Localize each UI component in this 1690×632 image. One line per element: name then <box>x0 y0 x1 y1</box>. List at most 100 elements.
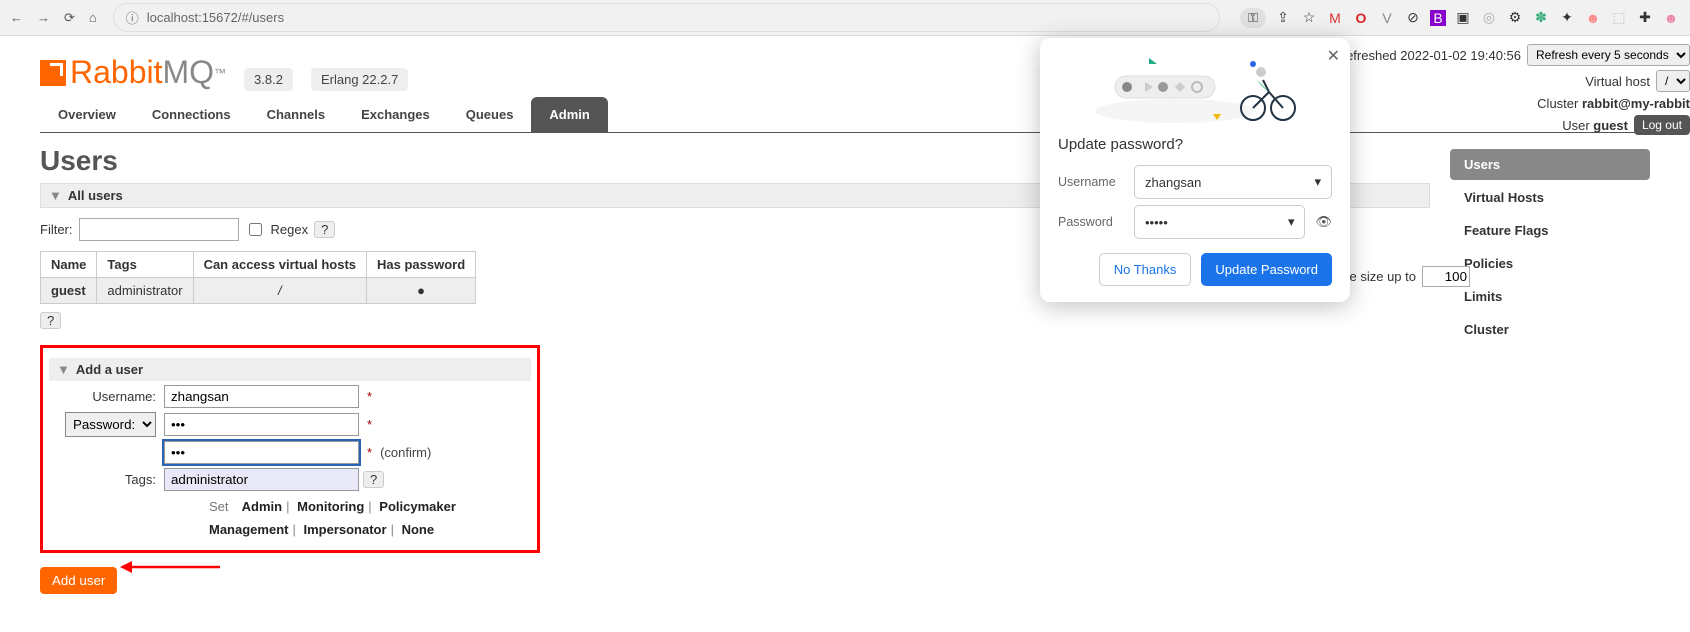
popup-title: Update password? <box>1058 136 1332 153</box>
sidebar-item-policies[interactable]: Policies <box>1450 248 1650 279</box>
logout-button[interactable]: Log out <box>1634 115 1690 135</box>
share-icon[interactable]: ⇪ <box>1274 9 1292 27</box>
ext-atom-icon[interactable]: ✽ <box>1532 9 1550 27</box>
tab-queues[interactable]: Queues <box>448 97 532 132</box>
chevron-down-icon: ▾ <box>1314 174 1321 190</box>
sidebar-item-users[interactable]: Users <box>1450 149 1650 180</box>
regex-label: Regex <box>271 222 309 237</box>
ext-misc2-icon[interactable]: ☻ <box>1584 9 1602 27</box>
cell-haspw: ● <box>367 278 476 304</box>
erlang-badge: Erlang 22.2.7 <box>311 68 408 91</box>
home-icon[interactable]: ⌂ <box>89 10 97 25</box>
sidebar-item-feature-flags[interactable]: Feature Flags <box>1450 215 1650 246</box>
th-name[interactable]: Name <box>41 252 97 278</box>
set-label: Set <box>209 499 229 514</box>
filter-input[interactable] <box>79 218 239 241</box>
eye-icon[interactable]: 👁 <box>1315 214 1332 230</box>
tag-impersonator[interactable]: Impersonator <box>303 522 386 537</box>
confirm-label: (confirm) <box>380 445 431 460</box>
table-row: guest administrator / ● <box>41 278 476 304</box>
filter-label: Filter: <box>40 222 73 237</box>
password-input[interactable] <box>164 413 359 436</box>
cell-vhosts: / <box>193 278 366 304</box>
address-bar[interactable]: ⓘ localhost:15672/#/users <box>113 3 1220 32</box>
ext-misc1-icon[interactable]: ✦ <box>1558 9 1576 27</box>
regex-checkbox[interactable] <box>249 223 262 236</box>
th-vhosts[interactable]: Can access virtual hosts <box>193 252 366 278</box>
ext-camera-icon[interactable]: ◎ <box>1480 9 1498 27</box>
sidebar-item-cluster[interactable]: Cluster <box>1450 314 1650 345</box>
add-user-button[interactable]: Add user <box>40 567 117 594</box>
cluster-label: Cluster rabbit@my-rabbit <box>1537 96 1690 111</box>
popup-password-label: Password <box>1058 215 1134 229</box>
tab-connections[interactable]: Connections <box>134 97 249 132</box>
ext-puzzle-icon[interactable]: ✚ <box>1636 9 1654 27</box>
tags-input[interactable] <box>164 468 359 491</box>
tab-overview[interactable]: Overview <box>40 97 134 132</box>
vhost-select[interactable]: / <box>1656 70 1690 92</box>
reload-icon[interactable]: ⟳ <box>64 10 75 26</box>
forward-icon[interactable]: → <box>37 10 50 25</box>
ext-vue-icon[interactable]: V <box>1378 9 1396 27</box>
close-icon[interactable]: ✕ <box>1327 46 1340 66</box>
popup-username-field[interactable]: zhangsan ▾ <box>1134 165 1332 199</box>
password-key-icon[interactable]: ⚿ <box>1240 8 1266 28</box>
ext-opera-icon[interactable]: O <box>1352 9 1370 27</box>
tab-admin[interactable]: Admin <box>531 97 607 132</box>
add-user-highlight: ▼ Add a user Username: * Password: * * <box>40 345 540 553</box>
chevron-down-icon: ▾ <box>1288 214 1295 230</box>
popup-username-label: Username <box>1058 175 1134 189</box>
page-size-input[interactable] <box>1422 266 1470 287</box>
cell-tags: administrator <box>97 278 193 304</box>
tag-monitoring[interactable]: Monitoring <box>297 499 364 514</box>
profile-avatar-icon[interactable]: ☻ <box>1662 9 1680 27</box>
vhost-label: Virtual host <box>1585 74 1650 89</box>
popup-password-field[interactable]: ••••• ▾ <box>1134 205 1305 239</box>
collapse-icon: ▼ <box>57 362 70 377</box>
help-table[interactable]: ? <box>40 312 61 329</box>
tag-policymaker[interactable]: Policymaker <box>379 499 456 514</box>
tab-exchanges[interactable]: Exchanges <box>343 97 448 132</box>
section-add-user[interactable]: ▼ Add a user <box>49 358 531 381</box>
tag-management[interactable]: Management <box>209 522 288 537</box>
ext-misc3-icon[interactable]: ⬚ <box>1610 9 1628 27</box>
th-haspw[interactable]: Has password <box>367 252 476 278</box>
tab-channels[interactable]: Channels <box>249 97 344 132</box>
help-tags[interactable]: ? <box>363 471 384 488</box>
popup-illustration <box>1058 52 1332 130</box>
ext-purple-icon[interactable]: B <box>1430 10 1446 26</box>
no-thanks-button[interactable]: No Thanks <box>1099 253 1192 286</box>
ext-gmail-icon[interactable]: M <box>1326 9 1344 27</box>
username-input[interactable] <box>164 385 359 408</box>
username-label: Username: <box>49 389 164 404</box>
required-star: * <box>367 417 372 432</box>
tag-admin[interactable]: Admin <box>242 499 282 514</box>
toolbar-status: Refreshed 2022-01-02 19:40:56 Refresh ev… <box>1337 36 1690 143</box>
ext-gear-icon[interactable]: ⚙ <box>1506 9 1524 27</box>
version-badge: 3.8.2 <box>244 68 293 91</box>
refresh-interval-select[interactable]: Refresh every 5 seconds <box>1527 44 1690 66</box>
required-star: * <box>367 445 372 460</box>
star-icon[interactable]: ☆ <box>1300 9 1318 27</box>
update-password-button[interactable]: Update Password <box>1201 253 1332 286</box>
th-tags[interactable]: Tags <box>97 252 193 278</box>
url-text: localhost:15672/#/users <box>147 10 284 25</box>
users-table: Name Tags Can access virtual hosts Has p… <box>40 251 476 304</box>
password-type-select[interactable]: Password: <box>65 412 156 437</box>
site-info-icon[interactable]: ⓘ <box>126 8 139 27</box>
admin-sidebar: Users Virtual Hosts Feature Flags Polici… <box>1450 149 1650 594</box>
password-confirm-input[interactable] <box>164 441 359 464</box>
back-icon[interactable]: ← <box>10 10 23 25</box>
browser-toolbar: ← → ⟳ ⌂ ⓘ localhost:15672/#/users ⚿ ⇪ ☆ … <box>0 0 1690 36</box>
sidebar-item-vhosts[interactable]: Virtual Hosts <box>1450 182 1650 213</box>
collapse-icon: ▼ <box>49 188 62 203</box>
required-star: * <box>367 389 372 404</box>
current-user-label: User guest <box>1562 118 1628 133</box>
help-regex[interactable]: ? <box>314 221 335 238</box>
sidebar-item-limits[interactable]: Limits <box>1450 281 1650 312</box>
ext-square-icon[interactable]: ▣ <box>1454 9 1472 27</box>
tag-none[interactable]: None <box>402 522 435 537</box>
ext-block-icon[interactable]: ⊘ <box>1404 9 1422 27</box>
cell-name[interactable]: guest <box>41 278 97 304</box>
rabbitmq-logo: RabbitMQ™ <box>40 54 226 91</box>
